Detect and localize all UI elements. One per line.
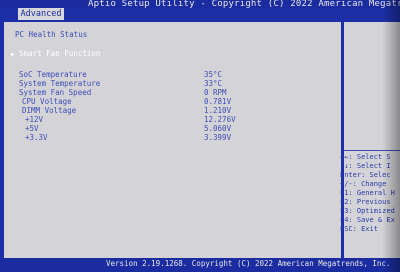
reading-label: CPU Voltage — [22, 97, 72, 106]
reading-value: 0 RPM — [204, 88, 227, 97]
reading-label: +12V — [25, 115, 44, 124]
help-line-general-help: F1: General H — [340, 189, 395, 197]
reading-label: System Temperature — [19, 79, 101, 88]
reading-label: +3.3V — [25, 133, 48, 142]
reading-row-system-temperature: System Temperature 33°C — [0, 79, 337, 88]
menu-item-label: Smart Fan Function — [19, 49, 101, 58]
title-bar: Aptio Setup Utility - Copyright (C) 2022… — [0, 0, 400, 9]
help-line-select-item: ↑↓: Select I — [340, 162, 391, 170]
reading-value: 3.399V — [204, 133, 232, 142]
submenu-arrow-icon: ▶ — [11, 51, 15, 58]
reading-row-12v: +12V 12.276V — [0, 115, 337, 124]
help-line-enter-select: Enter: Selec — [340, 171, 391, 179]
tab-advanced[interactable]: Advanced — [18, 8, 64, 20]
help-line-previous-values: F2: Previous — [340, 198, 391, 206]
help-line-optimized-defaults: F3: Optimized — [340, 207, 395, 215]
reading-value: 1.210V — [204, 106, 232, 115]
reading-value: 5.060V — [204, 124, 232, 133]
reading-row-cpu-voltage: CPU Voltage 0.781V — [0, 97, 337, 106]
reading-label: +5V — [25, 124, 39, 133]
reading-value: 0.781V — [204, 97, 232, 106]
reading-label: SoC Temperature — [19, 70, 87, 79]
reading-label: DIMM Voltage — [22, 106, 77, 115]
help-line-change-opt: +/-: Change — [340, 180, 387, 188]
reading-label: System Fan Speed — [19, 88, 92, 97]
reading-value: 35°C — [204, 70, 223, 79]
help-line-select-screen: →←: Select S — [340, 153, 391, 161]
help-line-esc-exit: ESC: Exit — [340, 225, 378, 233]
reading-row-5v: +5V 5.060V — [0, 124, 337, 133]
bios-screen: Aptio Setup Utility - Copyright (C) 2022… — [0, 0, 400, 272]
help-divider — [344, 150, 400, 151]
help-line-save-exit: F4: Save & Ex — [340, 216, 395, 224]
footer-version-text: Version 2.19.1268. Copyright (C) 2022 Am… — [106, 259, 391, 268]
footer-bar: Version 2.19.1268. Copyright (C) 2022 Am… — [0, 258, 400, 272]
menu-item-smart-fan-function[interactable]: ▶ Smart Fan Function — [11, 49, 100, 58]
reading-row-system-fan-speed: System Fan Speed 0 RPM — [0, 88, 337, 97]
title-text: Aptio Setup Utility - Copyright (C) 2022… — [88, 0, 400, 9]
reading-row-soc-temperature: SoC Temperature 35°C — [0, 70, 337, 79]
reading-value: 12.276V — [204, 115, 236, 124]
reading-row-3v3: +3.3V 3.399V — [0, 133, 337, 142]
reading-value: 33°C — [204, 79, 223, 88]
section-title: PC Health Status — [15, 30, 88, 39]
reading-row-dimm-voltage: DIMM Voltage 1.210V — [0, 106, 337, 115]
